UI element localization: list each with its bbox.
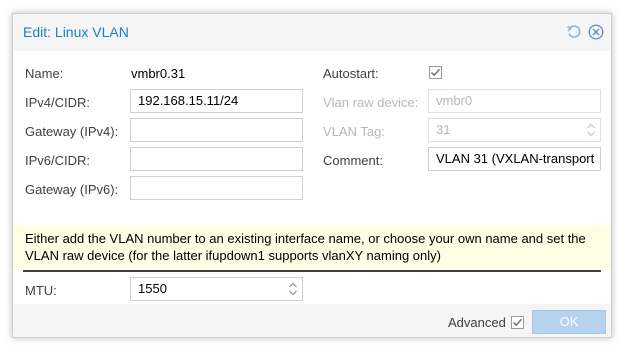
gateway-ipv4-input[interactable] xyxy=(130,118,303,142)
ok-button[interactable]: OK xyxy=(532,310,606,334)
comment-input[interactable]: VLAN 31 (VXLAN-transport xyxy=(428,147,601,171)
ipv6-cidr-input[interactable] xyxy=(130,147,303,171)
mtu-input[interactable]: 1550 xyxy=(130,277,303,301)
dialog-footer: Advanced OK xyxy=(13,304,611,337)
vlan-raw-device-label: Vlan raw device: xyxy=(323,95,419,110)
section-divider xyxy=(23,270,601,272)
spinner-icon[interactable] xyxy=(586,122,596,138)
gateway-ipv6-label: Gateway (IPv6): xyxy=(25,182,119,197)
notice-text: Either add the VLAN number to an existin… xyxy=(25,231,586,263)
close-icon[interactable] xyxy=(588,24,604,40)
autostart-checkbox[interactable] xyxy=(429,66,442,79)
mtu-value: 1550 xyxy=(138,281,167,296)
dialog-title: Edit: Linux VLAN xyxy=(23,24,129,40)
dialog-body: Name: vmbr0.31 IPv4/CIDR: 192.168.15.11/… xyxy=(13,51,611,304)
edit-linux-vlan-dialog: Edit: Linux VLAN Name: vmbr0.31 IPv4/CID… xyxy=(12,13,612,338)
mtu-label: MTU: xyxy=(25,283,57,298)
ipv4-cidr-input[interactable]: 192.168.15.11/24 xyxy=(130,89,303,113)
vlan-tag-label: VLAN Tag: xyxy=(323,124,385,139)
gateway-ipv4-label: Gateway (IPv4): xyxy=(25,124,119,139)
gateway-ipv6-input[interactable] xyxy=(130,176,303,200)
name-value: vmbr0.31 xyxy=(131,66,186,81)
autostart-label: Autostart: xyxy=(323,66,379,81)
advanced-label: Advanced xyxy=(448,315,506,330)
name-label: Name: xyxy=(25,66,64,81)
info-notice: Either add the VLAN number to an existin… xyxy=(13,225,611,269)
dialog-titlebar: Edit: Linux VLAN xyxy=(13,14,611,50)
ipv6-label: IPv6/CIDR: xyxy=(25,153,91,168)
ipv4-label: IPv4/CIDR: xyxy=(25,95,91,110)
vlan-raw-device-input[interactable]: vmbr0 xyxy=(428,89,601,113)
vlan-tag-value: 31 xyxy=(436,122,451,137)
reset-icon[interactable] xyxy=(566,24,582,40)
vlan-tag-input[interactable]: 31 xyxy=(428,118,601,142)
comment-label: Comment: xyxy=(323,153,383,168)
advanced-checkbox[interactable] xyxy=(511,316,524,329)
spinner-icon[interactable] xyxy=(288,281,298,297)
